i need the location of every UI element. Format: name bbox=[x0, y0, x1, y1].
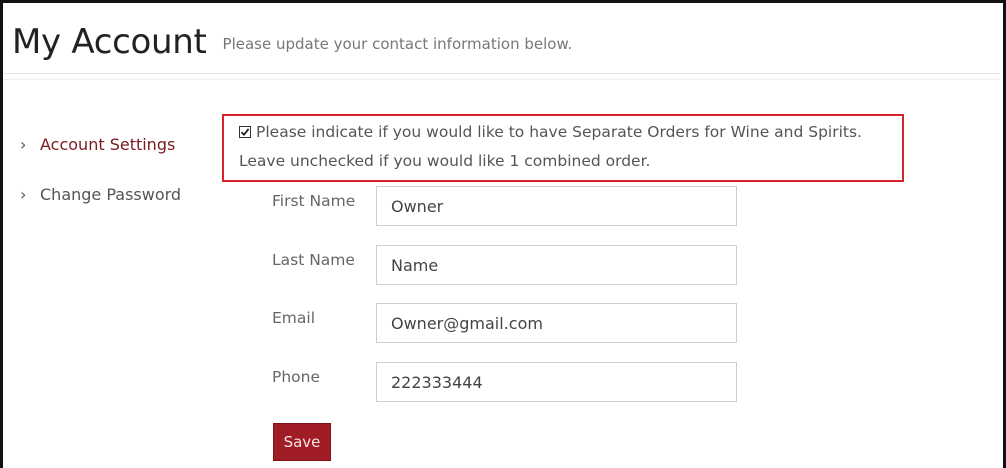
sidebar-item-account-settings[interactable]: › Account Settings bbox=[20, 130, 181, 158]
email-row: Email Owner@gmail.com bbox=[272, 303, 737, 343]
page-header: My Account Please update your contact in… bbox=[12, 14, 572, 64]
phone-row: Phone 222333444 bbox=[272, 362, 737, 402]
notice-line-1: Please indicate if you would like to hav… bbox=[239, 123, 862, 141]
sidebar-item-label: Change Password bbox=[40, 184, 182, 204]
save-button[interactable]: Save bbox=[273, 423, 331, 461]
email-field[interactable]: Owner@gmail.com bbox=[376, 303, 737, 343]
last-name-input[interactable]: Name bbox=[376, 245, 737, 285]
separate-orders-checkbox[interactable] bbox=[239, 126, 251, 138]
account-sidebar: › Account Settings › Change Password bbox=[20, 130, 181, 230]
phone-label: Phone bbox=[272, 368, 321, 386]
page-subtitle: Please update your contact information b… bbox=[222, 35, 573, 53]
first-name-label: First Name bbox=[272, 192, 356, 210]
page-title: My Account bbox=[12, 22, 207, 62]
chevron-right-icon: › bbox=[20, 134, 27, 154]
phone-input[interactable]: 222333444 bbox=[376, 362, 737, 402]
header-divider-secondary bbox=[3, 79, 1000, 80]
sidebar-item-label: Account Settings bbox=[40, 134, 176, 154]
last-name-label: Last Name bbox=[272, 251, 355, 269]
chevron-right-icon: › bbox=[20, 184, 27, 204]
first-name-input[interactable]: Owner bbox=[376, 186, 737, 226]
check-icon bbox=[240, 128, 250, 137]
email-label: Email bbox=[272, 309, 316, 327]
sidebar-item-change-password[interactable]: › Change Password bbox=[20, 180, 181, 208]
header-divider bbox=[3, 73, 1000, 74]
notice-text-line-2: Leave unchecked if you would like 1 comb… bbox=[239, 152, 651, 170]
last-name-row: Last Name Name bbox=[272, 245, 737, 285]
notice-text-line-1: Please indicate if you would like to hav… bbox=[256, 123, 862, 141]
separate-orders-notice: Please indicate if you would like to hav… bbox=[222, 114, 904, 182]
first-name-row: First Name Owner bbox=[272, 186, 737, 226]
